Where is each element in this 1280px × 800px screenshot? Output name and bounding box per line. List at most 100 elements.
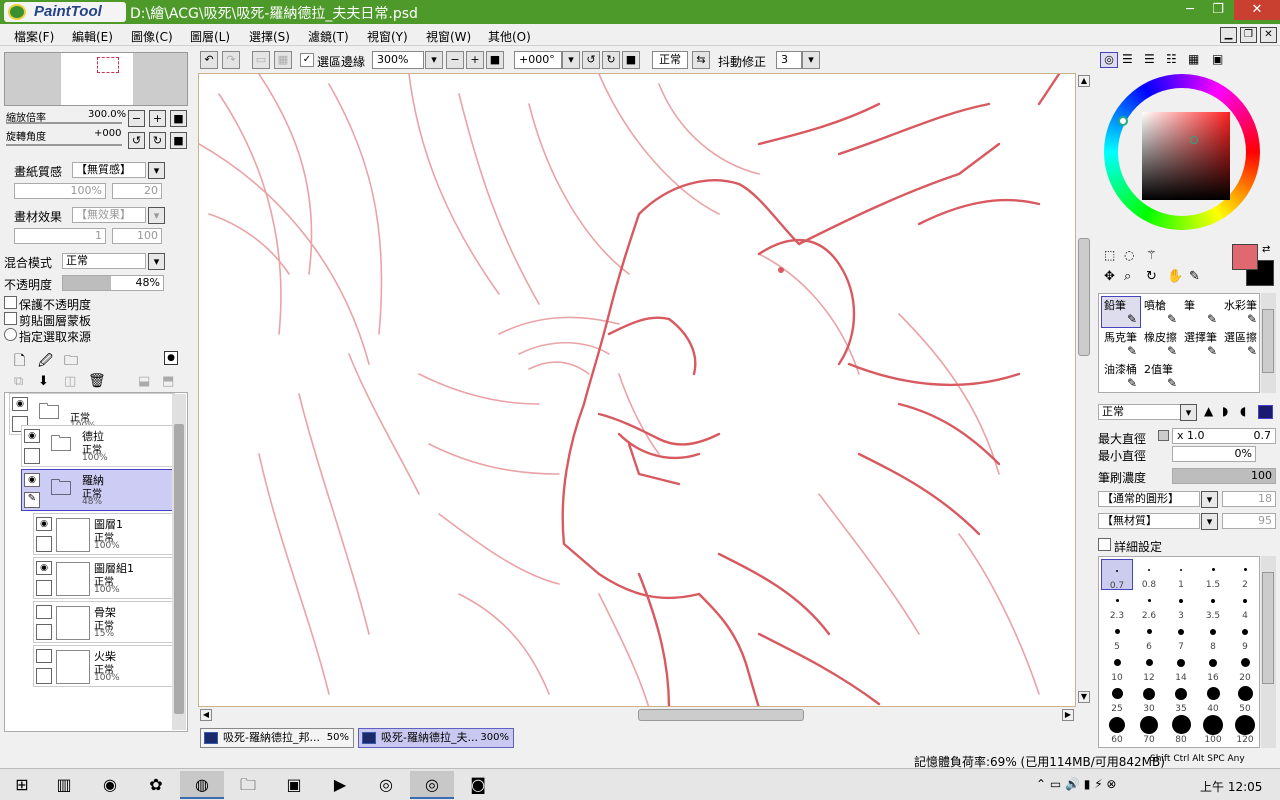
- brush-texture-select[interactable]: 【無材質】: [1098, 513, 1200, 529]
- layer-select-checkbox[interactable]: [36, 536, 52, 552]
- rotate-right-icon[interactable]: ↻: [602, 51, 620, 69]
- layer-select-checkbox[interactable]: [24, 448, 40, 464]
- media-player-icon[interactable]: ▶: [318, 771, 362, 799]
- invert-selection-icon[interactable]: ▦: [274, 51, 292, 69]
- mdi-restore-button[interactable]: ❐: [1240, 27, 1257, 43]
- brush-size-preset[interactable]: 14: [1165, 652, 1197, 683]
- rotate-tool-icon[interactable]: ↻: [1146, 269, 1157, 284]
- layer-select-checkbox[interactable]: [36, 668, 52, 684]
- nav-rotate-reset-icon[interactable]: ■: [170, 132, 187, 149]
- preserve-opacity-checkbox[interactable]: [4, 296, 17, 309]
- brush-size-preset[interactable]: 8: [1197, 621, 1229, 652]
- brush-size-preset[interactable]: 35: [1165, 683, 1197, 714]
- flip-icon[interactable]: ⇆: [692, 51, 710, 69]
- rgb-slider-tab-icon[interactable]: ☰: [1122, 52, 1133, 66]
- layer-row[interactable]: ◉ 圖層組1 正常 100%: [33, 557, 175, 599]
- photoshop-icon[interactable]: ▣: [272, 771, 316, 799]
- menu-select[interactable]: 選擇(S): [249, 28, 290, 45]
- zoom-icon[interactable]: ⌕: [1124, 269, 1131, 284]
- selection-source-radio[interactable]: [4, 328, 17, 341]
- tool-pencil[interactable]: 鉛筆 ✎: [1101, 296, 1141, 328]
- zoom-reset-icon[interactable]: ■: [486, 51, 504, 69]
- paint-tool-sai-taskbar-icon[interactable]: ◍: [180, 771, 224, 799]
- brush-lock-icon[interactable]: ✎: [24, 492, 40, 508]
- menu-image[interactable]: 圖像(C): [131, 28, 173, 45]
- new-layer-icon[interactable]: 🗋: [14, 350, 25, 374]
- magic-wand-icon[interactable]: ⚚: [1146, 248, 1157, 262]
- start-icon[interactable]: ⊞: [0, 771, 44, 799]
- brush-size-preset[interactable]: 3: [1165, 590, 1197, 621]
- tool-bucket[interactable]: 油漆桶 ✎: [1101, 360, 1141, 392]
- document-tab-2[interactable]: 吸死-羅納德拉_夫... 300%: [358, 728, 514, 748]
- brush-size-preset[interactable]: 100: [1197, 714, 1229, 745]
- brush-size-preset[interactable]: 30: [1133, 683, 1165, 714]
- layer-select-checkbox[interactable]: [36, 624, 52, 640]
- visibility-eye-icon[interactable]: [36, 605, 52, 619]
- layer-row[interactable]: 骨架 正常 15%: [33, 601, 175, 643]
- swap-colors-icon[interactable]: ⇄: [1262, 244, 1270, 255]
- effect-degree-field[interactable]: 1: [14, 228, 106, 244]
- texture-strength-field[interactable]: 95: [1222, 513, 1276, 529]
- swatches-tab-icon[interactable]: ☷: [1166, 52, 1177, 66]
- hsv-slider-tab-icon[interactable]: ☰: [1144, 52, 1155, 66]
- zoom-in-icon[interactable]: +: [466, 51, 484, 69]
- layer-scrollbar[interactable]: [172, 394, 186, 730]
- redo-icon[interactable]: ↷: [222, 51, 240, 69]
- calculator-icon[interactable]: ▥: [42, 771, 86, 799]
- visibility-eye-icon[interactable]: ◉: [36, 517, 52, 531]
- brush-size-preset[interactable]: 50: [1229, 683, 1259, 714]
- color-wheel[interactable]: [1104, 74, 1260, 230]
- lasso-icon[interactable]: ◌: [1124, 248, 1134, 262]
- zoom-field[interactable]: 300%: [372, 51, 424, 69]
- tool-select-eraser[interactable]: 選區擦 ✎: [1221, 328, 1261, 360]
- clock[interactable]: 上午 12:05: [1200, 778, 1262, 795]
- layer-mask-icon[interactable]: ●: [164, 351, 178, 365]
- blend-mode-dropdown-icon[interactable]: ▾: [148, 253, 165, 270]
- tool-marker[interactable]: 馬克筆 ✎: [1101, 328, 1141, 360]
- brush-size-preset[interactable]: 10: [1101, 652, 1133, 683]
- eyedropper-icon[interactable]: ✎: [1189, 269, 1200, 284]
- layer-folder[interactable]: ◉ 🗀 德拉 正常 100%: [21, 425, 175, 467]
- brush-shape-presets[interactable]: ▲ ◗ ◖: [1202, 404, 1276, 421]
- saturation-value-square[interactable]: [1142, 112, 1230, 200]
- brush-size-preset[interactable]: 2.3: [1101, 590, 1133, 621]
- shape-strength-field[interactable]: 18: [1222, 491, 1276, 507]
- brush-mode-dropdown-icon[interactable]: ▾: [1180, 404, 1197, 421]
- menu-other[interactable]: 其他(O): [488, 28, 531, 45]
- rect-select-icon[interactable]: ⬚: [1104, 248, 1115, 262]
- brush-size-preset[interactable]: 1: [1165, 559, 1197, 590]
- paper-texture-select[interactable]: 【無質感】: [72, 162, 146, 178]
- layer-row[interactable]: ◉ 圖層1 正常 100%: [33, 513, 175, 555]
- tool-eraser[interactable]: 橡皮擦 ✎: [1141, 328, 1181, 360]
- brush-size-preset[interactable]: 7: [1165, 621, 1197, 652]
- visibility-eye-icon[interactable]: [36, 649, 52, 663]
- new-linework-layer-icon[interactable]: 🖉: [38, 350, 53, 374]
- brush-size-preset[interactable]: 1.5: [1197, 559, 1229, 590]
- density-slider[interactable]: 100: [1172, 468, 1276, 484]
- brush-size-preset[interactable]: 6: [1133, 621, 1165, 652]
- undo-icon[interactable]: ↶: [200, 51, 218, 69]
- visibility-eye-icon[interactable]: ◉: [36, 561, 52, 575]
- new-folder-icon[interactable]: 🗀: [64, 350, 78, 374]
- brush-size-preset[interactable]: 70: [1133, 714, 1165, 745]
- menu-view[interactable]: 視窗(Y): [367, 28, 408, 45]
- tray-icons[interactable]: ⌃ ▭ 🔊 ▮ ⚡ ⊗: [1036, 777, 1117, 791]
- nav-zoom-reset-icon[interactable]: ■: [170, 110, 187, 127]
- drawing-canvas[interactable]: [198, 73, 1076, 707]
- move-icon[interactable]: ✥: [1104, 269, 1115, 284]
- deselect-icon[interactable]: ▭: [252, 51, 270, 69]
- select-edge-checkbox[interactable]: ✓: [300, 53, 314, 67]
- document-tab-1[interactable]: 吸死-羅納德拉_邦... 50%: [200, 728, 354, 748]
- brush-size-preset[interactable]: 60: [1101, 714, 1133, 745]
- hand-icon[interactable]: ✋: [1167, 269, 1183, 284]
- rotate-left-icon[interactable]: ↺: [582, 51, 600, 69]
- brush-size-preset[interactable]: 80: [1165, 714, 1197, 745]
- primary-color-swatch[interactable]: [1232, 244, 1258, 270]
- tool-binary-pen[interactable]: 2值筆 ✎: [1141, 360, 1181, 392]
- rotate-slider[interactable]: [6, 144, 122, 146]
- opacity-slider[interactable]: 48%: [62, 275, 164, 291]
- menu-filter[interactable]: 濾鏡(T): [308, 28, 349, 45]
- stabilizer-field[interactable]: 3: [776, 51, 802, 69]
- file-explorer-icon[interactable]: 🗀: [226, 771, 270, 799]
- paper-strength-field[interactable]: 20: [112, 183, 162, 199]
